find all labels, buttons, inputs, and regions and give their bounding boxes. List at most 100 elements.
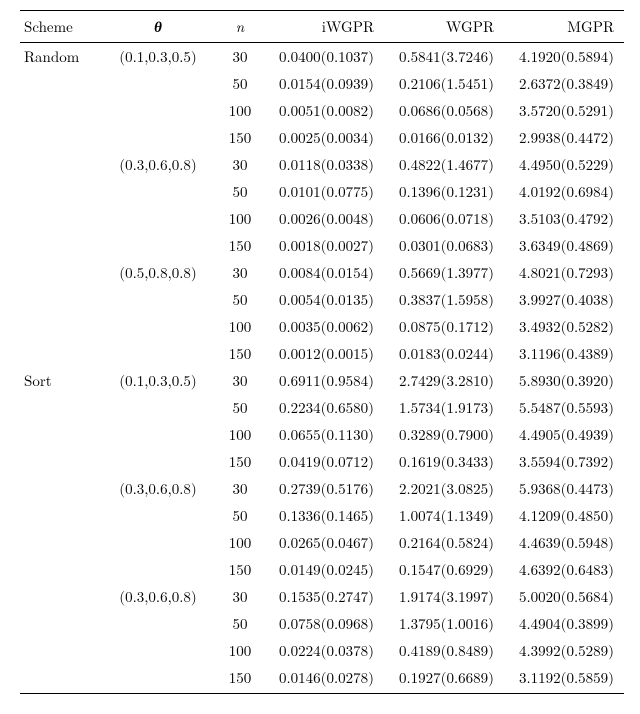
cell-mgpr: 5.9368(0.4473) xyxy=(504,475,624,502)
table-row: Sort(0.1,0.3,0.5)300.6911(0.9584)2.7429(… xyxy=(20,367,624,394)
cell-wgpr: 0.5841(3.7246) xyxy=(384,43,504,71)
cell-scheme xyxy=(20,394,100,421)
cell-wgpr: 0.0301(0.0683) xyxy=(384,232,504,259)
cell-n: 100 xyxy=(216,421,264,448)
cell-wgpr: 1.5734(1.9173) xyxy=(384,394,504,421)
cell-iwgpr: 0.0655(0.1130) xyxy=(264,421,384,448)
cell-wgpr: 2.2021(3.0825) xyxy=(384,475,504,502)
cell-n: 100 xyxy=(216,205,264,232)
table-row: 1500.0012(0.0015)0.0183(0.0244)3.1196(0.… xyxy=(20,340,624,367)
cell-mgpr: 4.3992(0.5289) xyxy=(504,637,624,664)
cell-scheme xyxy=(20,340,100,367)
cell-theta xyxy=(100,529,216,556)
cell-scheme xyxy=(20,421,100,448)
table-header-row: Scheme θ n iWGPR WGPR MGPR xyxy=(20,11,624,43)
cell-wgpr: 0.4822(1.4677) xyxy=(384,151,504,178)
cell-theta xyxy=(100,394,216,421)
cell-mgpr: 3.5720(0.5291) xyxy=(504,97,624,124)
cell-mgpr: 4.4639(0.5948) xyxy=(504,529,624,556)
cell-iwgpr: 0.0012(0.0015) xyxy=(264,340,384,367)
cell-iwgpr: 0.0054(0.0135) xyxy=(264,286,384,313)
cell-wgpr: 1.9174(3.1997) xyxy=(384,583,504,610)
cell-theta xyxy=(100,421,216,448)
cell-theta: (0.3,0.6,0.8) xyxy=(100,583,216,610)
cell-wgpr: 2.7429(3.2810) xyxy=(384,367,504,394)
cell-mgpr: 4.4905(0.4939) xyxy=(504,421,624,448)
cell-theta: (0.5,0.8,0.8) xyxy=(100,259,216,286)
cell-mgpr: 5.8930(0.3920) xyxy=(504,367,624,394)
cell-wgpr: 0.0166(0.0132) xyxy=(384,124,504,151)
cell-iwgpr: 0.0224(0.0378) xyxy=(264,637,384,664)
cell-mgpr: 3.4932(0.5282) xyxy=(504,313,624,340)
cell-wgpr: 0.0606(0.0718) xyxy=(384,205,504,232)
col-theta: θ xyxy=(100,11,216,43)
cell-iwgpr: 0.0101(0.0775) xyxy=(264,178,384,205)
cell-mgpr: 3.5594(0.7392) xyxy=(504,448,624,475)
table-row: Random(0.1,0.3,0.5)300.0400(0.1037)0.584… xyxy=(20,43,624,71)
cell-scheme xyxy=(20,205,100,232)
cell-theta: (0.3,0.6,0.8) xyxy=(100,151,216,178)
table-row: 500.0154(0.0939)0.2106(1.5451)2.6372(0.3… xyxy=(20,70,624,97)
cell-wgpr: 0.0183(0.0244) xyxy=(384,340,504,367)
cell-iwgpr: 0.2739(0.5176) xyxy=(264,475,384,502)
cell-theta xyxy=(100,610,216,637)
cell-mgpr: 4.6392(0.6483) xyxy=(504,556,624,583)
cell-n: 50 xyxy=(216,178,264,205)
cell-theta xyxy=(100,124,216,151)
cell-n: 100 xyxy=(216,97,264,124)
cell-theta xyxy=(100,637,216,664)
cell-theta xyxy=(100,205,216,232)
cell-mgpr: 3.1192(0.5859) xyxy=(504,664,624,694)
cell-scheme xyxy=(20,448,100,475)
cell-scheme xyxy=(20,502,100,529)
cell-theta xyxy=(100,502,216,529)
table-row: (0.3,0.6,0.8)300.0118(0.0338)0.4822(1.46… xyxy=(20,151,624,178)
results-table: Scheme θ n iWGPR WGPR MGPR Random(0.1,0.… xyxy=(20,10,624,694)
cell-wgpr: 0.2106(1.5451) xyxy=(384,70,504,97)
table-row: 500.1336(0.1465)1.0074(1.1349)4.1209(0.4… xyxy=(20,502,624,529)
cell-mgpr: 3.5103(0.4792) xyxy=(504,205,624,232)
cell-iwgpr: 0.0026(0.0048) xyxy=(264,205,384,232)
cell-mgpr: 5.5487(0.5593) xyxy=(504,394,624,421)
cell-n: 30 xyxy=(216,475,264,502)
cell-n: 30 xyxy=(216,151,264,178)
cell-wgpr: 0.1547(0.6929) xyxy=(384,556,504,583)
table-row: 1500.0146(0.0278)0.1927(0.6689)3.1192(0.… xyxy=(20,664,624,694)
cell-theta: (0.1,0.3,0.5) xyxy=(100,367,216,394)
cell-n: 50 xyxy=(216,502,264,529)
cell-iwgpr: 0.2234(0.6580) xyxy=(264,394,384,421)
cell-n: 150 xyxy=(216,448,264,475)
cell-mgpr: 3.6349(0.4869) xyxy=(504,232,624,259)
table-row: 500.0758(0.0968)1.3795(1.0016)4.4904(0.3… xyxy=(20,610,624,637)
cell-wgpr: 1.0074(1.1349) xyxy=(384,502,504,529)
cell-wgpr: 0.0686(0.0568) xyxy=(384,97,504,124)
cell-mgpr: 3.1196(0.4389) xyxy=(504,340,624,367)
table-row: (0.5,0.8,0.8)300.0084(0.0154)0.5669(1.39… xyxy=(20,259,624,286)
cell-iwgpr: 0.0400(0.1037) xyxy=(264,43,384,71)
cell-theta xyxy=(100,97,216,124)
cell-wgpr: 0.3837(1.5958) xyxy=(384,286,504,313)
cell-iwgpr: 0.0758(0.0968) xyxy=(264,610,384,637)
cell-n: 30 xyxy=(216,583,264,610)
cell-iwgpr: 0.0035(0.0062) xyxy=(264,313,384,340)
cell-theta xyxy=(100,313,216,340)
table-row: 1500.0149(0.0245)0.1547(0.6929)4.6392(0.… xyxy=(20,556,624,583)
table-row: 500.0054(0.0135)0.3837(1.5958)3.9927(0.4… xyxy=(20,286,624,313)
cell-scheme xyxy=(20,70,100,97)
cell-scheme xyxy=(20,124,100,151)
cell-wgpr: 0.1619(0.3433) xyxy=(384,448,504,475)
cell-n: 150 xyxy=(216,124,264,151)
cell-scheme xyxy=(20,151,100,178)
cell-theta xyxy=(100,232,216,259)
cell-iwgpr: 0.0051(0.0082) xyxy=(264,97,384,124)
cell-theta: (0.1,0.3,0.5) xyxy=(100,43,216,71)
cell-mgpr: 4.0192(0.6984) xyxy=(504,178,624,205)
cell-n: 100 xyxy=(216,637,264,664)
cell-scheme: Sort xyxy=(20,367,100,394)
cell-n: 100 xyxy=(216,313,264,340)
cell-iwgpr: 0.1535(0.2747) xyxy=(264,583,384,610)
col-scheme: Scheme xyxy=(20,11,100,43)
cell-wgpr: 0.4189(0.8489) xyxy=(384,637,504,664)
cell-n: 150 xyxy=(216,232,264,259)
cell-mgpr: 2.6372(0.3849) xyxy=(504,70,624,97)
